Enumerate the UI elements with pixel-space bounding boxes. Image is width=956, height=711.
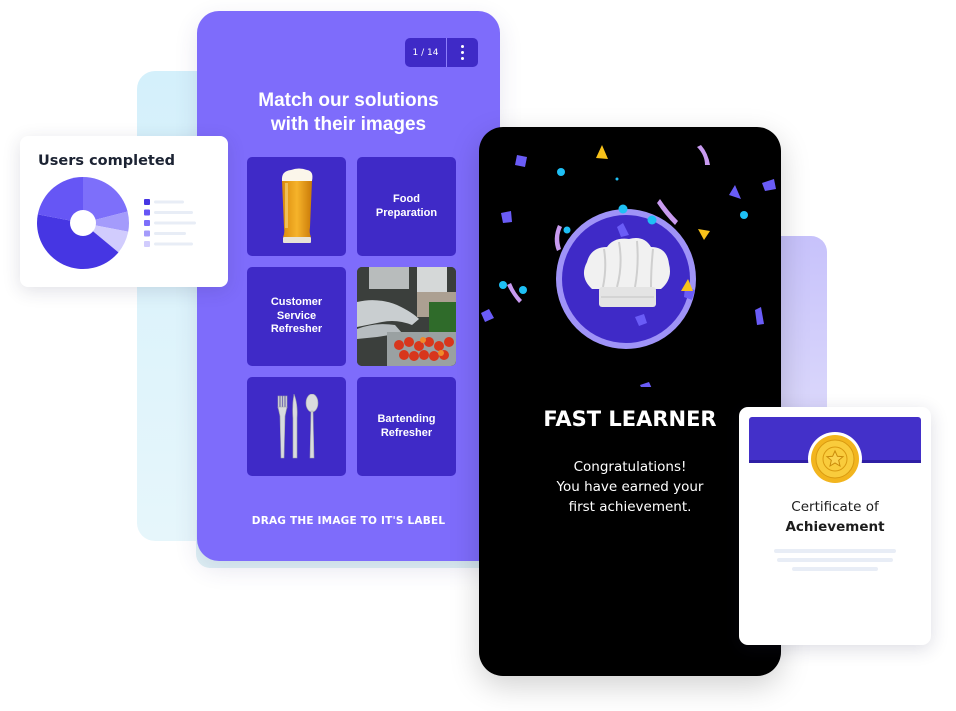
quiz-title-line2: with their images	[270, 114, 427, 135]
legend-label-placeholder	[154, 200, 184, 204]
users-completed-card: Users completed	[20, 136, 228, 287]
certificate-text: Certificate of Achievement	[739, 497, 931, 537]
legend-swatch	[144, 230, 150, 237]
page-counter: 1 / 14	[405, 38, 447, 67]
legend-swatch	[144, 220, 150, 226]
achievement-message-line2: You have earned your	[556, 479, 704, 495]
achievement-title: FAST LEARNER	[543, 407, 717, 431]
certificate-line2: Achievement	[785, 519, 885, 535]
legend-swatch	[144, 241, 150, 247]
tile-beer-image[interactable]	[247, 157, 346, 256]
tile-cutlery-image[interactable]	[247, 377, 346, 476]
achievement-message-line1: Congratulations!	[573, 459, 687, 475]
confetti-decoration	[481, 145, 776, 387]
quiz-title: Match our solutions with their images	[197, 89, 500, 137]
users-completed-donut-chart	[37, 177, 196, 269]
legend-label-placeholder	[154, 242, 193, 246]
tile-label: Food Preparation	[375, 193, 438, 219]
placeholder-line	[792, 567, 878, 571]
quiz-title-line1: Match our solutions	[258, 90, 439, 111]
legend-label-placeholder	[154, 211, 193, 214]
tile-food-preparation[interactable]: Food Preparation	[357, 157, 456, 256]
legend-label-placeholder	[154, 232, 186, 235]
gold-star-seal-icon	[808, 432, 862, 486]
legend-label-placeholder	[154, 221, 196, 225]
pager: 1 / 14	[405, 38, 478, 67]
achievement-card: FAST LEARNER Congratulations! You have e…	[479, 127, 781, 676]
tile-food-prep-photo[interactable]	[357, 267, 456, 366]
drag-instruction: DRAG THE IMAGE TO IT'S LABEL	[251, 515, 446, 527]
tile-label: Customer Service Refresher	[270, 296, 323, 336]
achievement-message-line3: first achievement.	[568, 499, 692, 515]
tile-customer-service-refresher[interactable]: Customer Service Refresher	[247, 267, 346, 366]
placeholder-line	[777, 558, 893, 562]
beer-glass-icon	[281, 168, 312, 243]
kebab-menu-icon[interactable]	[447, 38, 478, 67]
certificate-card: Certificate of Achievement	[739, 407, 931, 645]
placeholder-line	[774, 549, 896, 553]
food-prep-photo	[357, 267, 456, 366]
legend-swatch	[144, 199, 150, 205]
tile-label: Bartending Refresher	[377, 413, 436, 439]
cutlery-icon	[277, 393, 318, 458]
achievement-message: Congratulations! You have earned your fi…	[479, 457, 781, 517]
matching-quiz-card: 1 / 14 Match our solutions with their im…	[197, 11, 500, 561]
tile-bartending-refresher[interactable]: Bartending Refresher	[357, 377, 456, 476]
certificate-line1: Certificate of	[791, 499, 879, 515]
donut-hole	[70, 210, 96, 236]
legend-swatch	[144, 209, 150, 216]
